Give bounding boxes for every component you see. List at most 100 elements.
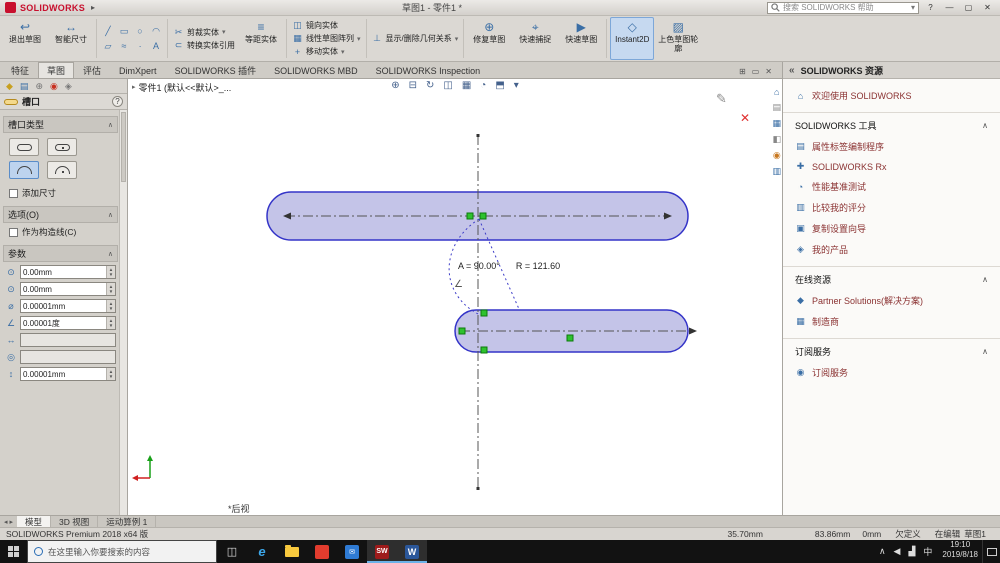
zoom-fit-icon[interactable]: ⊕ [391,80,399,91]
model-tab[interactable]: 模型 [17,516,52,527]
centerline-endpoint[interactable] [476,487,480,490]
param-field[interactable]: 0.00001度 ▲ ▼ [20,316,116,330]
slot-type-3point-arc-button[interactable] [9,161,39,179]
spinner-icon[interactable]: ▲ ▼ [106,317,115,329]
doc-restore-icon[interactable]: ▭ [752,67,760,76]
property-manager-tab-icon[interactable]: ◆ [6,81,13,92]
custom-properties-icon[interactable]: ▥ [772,166,781,177]
taskbar-app-file-explorer[interactable] [277,540,307,563]
spline-tool-icon[interactable]: ≈ [116,39,132,54]
menu-expand-icon[interactable]: ▸ [89,3,97,12]
sketch-point-handle[interactable] [566,334,574,342]
online-resources-section-header[interactable]: 在线资源 ∧ [783,266,1000,290]
dropdown-icon[interactable]: ▾ [341,48,345,56]
move-entities-button[interactable]: + 移动实体 ▾ [292,46,361,57]
shaded-sketch-contours-button[interactable]: ▨ 上色草图轮廓 [656,17,700,60]
action-center-button[interactable] [982,540,1000,563]
polygon-tool-icon[interactable]: ▱ [100,39,116,54]
exit-sketch-button[interactable]: ↩ 退出草图 [3,17,47,60]
collapse-icon[interactable]: ∧ [982,275,988,284]
appearances-icon[interactable]: ◉ [773,150,781,161]
quick-snaps-button[interactable]: ⌖ 快速捕捉 [513,17,557,60]
3d-views-tab[interactable]: 3D 视图 [51,516,99,527]
tab-addins[interactable]: SOLIDWORKS 插件 [166,62,266,78]
collapse-icon[interactable]: ∧ [982,121,988,130]
spinner-icon[interactable]: ▲ ▼ [106,266,115,278]
parameters-section-header[interactable]: 参数 ∧ [3,245,118,262]
my-products-link[interactable]: ◈ 我的产品 [783,239,1000,260]
hide-show-items-icon[interactable]: ⬒ [495,80,504,91]
copy-settings-wizard-link[interactable]: ▣ 复制设置向导 [783,218,1000,239]
taskbar-app-edge[interactable]: e [247,540,277,563]
display-delete-relations-button[interactable]: ⊥ 显示/删除几何关系 ▾ [372,33,459,44]
slot-type-straight-button[interactable] [9,138,39,156]
manufacturers-link[interactable]: ▦ 制造商 [783,311,1000,332]
trim-entities-button[interactable]: ✂ 剪裁实体 ▾ [173,27,235,38]
dropdown-icon[interactable]: ▾ [222,28,226,36]
offset-entities-button[interactable]: ≡ 等距实体 [239,17,283,60]
configuration-manager-tab-icon[interactable]: ▤ [20,81,29,92]
centerline-endpoint[interactable] [476,134,480,137]
tab-scroll-left-icon[interactable]: ◂ [4,518,8,526]
motion-study-tab[interactable]: 运动算例 1 [98,516,157,527]
clock[interactable]: 19:10 2019/8/18 [938,540,982,563]
collapse-icon[interactable]: ∧ [108,250,113,258]
circle-tool-icon[interactable]: ○ [132,24,148,39]
section-view-icon[interactable]: ◫ [443,80,452,91]
sketch-point-handle[interactable] [466,212,474,220]
tab-mbd[interactable]: SOLIDWORKS MBD [265,62,367,78]
taskbar-app-icon-4[interactable] [307,540,337,563]
smart-dimension-button[interactable]: ↔ 智能尺寸 [49,17,93,60]
sketch-point-handle[interactable] [480,309,488,317]
scrollbar-thumb[interactable] [121,112,126,182]
expand-icon[interactable]: ▸ [132,83,136,91]
slot-type-section-header[interactable]: 槽口类型 ∧ [3,116,118,133]
tab-features[interactable]: 特征 [2,62,38,78]
minimize-button[interactable]: — [942,3,957,12]
graphics-viewport[interactable]: ▸ 零件1 (默认<<默认>_... ⊕ ⊟ ↻ ◫ ▦ ◔ ⬒ ▾ ✎ ✕ ⌂… [128,79,782,515]
start-button[interactable] [0,540,27,563]
param-field[interactable]: 0.00mm ▲ ▼ [20,282,116,296]
taskbar-app-word[interactable]: W [397,540,427,563]
command-help-icon[interactable]: ? [112,96,123,107]
compare-scores-link[interactable]: ▥ 比较我的评分 [783,197,1000,218]
close-button[interactable]: ✕ [980,3,995,12]
dropdown-icon[interactable]: ▾ [357,35,361,43]
slot-type-centerpoint-arc-button[interactable] [47,161,77,179]
taskbar-app-mail[interactable]: ✉ [337,540,367,563]
solidworks-rx-link[interactable]: ✚ SOLIDWORKS Rx [783,157,1000,176]
dropdown-icon[interactable]: ▾ [455,35,459,43]
param-field[interactable]: 0.00mm ▲ ▼ [20,265,116,279]
help-button[interactable]: ? [923,3,938,12]
convert-entities-button[interactable]: ⊂ 转换实体引用 [173,40,235,51]
tab-sketch[interactable]: 草图 [38,62,75,78]
add-dimension-checkbox-row[interactable]: 添加尺寸 [3,184,118,202]
previous-view-icon[interactable]: ↻ [426,80,434,91]
task-view-button[interactable]: ◫ [217,540,247,563]
point-tool-icon[interactable]: ∙ [132,39,148,54]
display-manager-tab-icon[interactable]: ◉ [50,81,58,92]
sketch-confirm-icon[interactable]: ✎ [716,91,727,107]
repair-sketch-button[interactable]: ⊕ 修复草图 [467,17,511,60]
performance-benchmark-link[interactable]: ◔ 性能基准测试 [783,176,1000,197]
tab-scroll-right-icon[interactable]: ▸ [10,518,14,526]
tab-dimxpert[interactable]: DimXpert [110,62,166,78]
partner-solutions-link[interactable]: ◆ Partner Solutions(解决方案) [783,290,1000,311]
tray-expand-icon[interactable]: ∧ [879,546,886,557]
rapid-sketch-button[interactable]: ▶ 快速草图 [559,17,603,60]
subscription-services-link[interactable]: ◉ 订阅服务 [783,362,1000,383]
options-section-header[interactable]: 选项(O) ∧ [3,206,118,223]
sketch-cancel-icon[interactable]: ✕ [740,111,750,125]
doc-pin-icon[interactable]: ⊞ [739,67,746,76]
zoom-area-icon[interactable]: ⊟ [409,80,417,91]
search-dropdown-icon[interactable]: ▾ [911,3,915,12]
ime-indicator[interactable]: 中 [923,545,932,558]
spinner-icon[interactable]: ▲ ▼ [106,283,115,295]
add-dimension-checkbox[interactable] [9,188,18,198]
collapse-icon[interactable]: ∧ [108,211,113,219]
slot-type-centerpoint-straight-button[interactable] [47,138,77,156]
taskbar-app-solidworks[interactable]: SW [367,540,397,563]
param-field[interactable]: 0.00001mm ▲ ▼ [20,299,116,313]
tab-inspection[interactable]: SOLIDWORKS Inspection [367,62,490,78]
view-orientation-icon[interactable]: ▦ [462,80,471,91]
